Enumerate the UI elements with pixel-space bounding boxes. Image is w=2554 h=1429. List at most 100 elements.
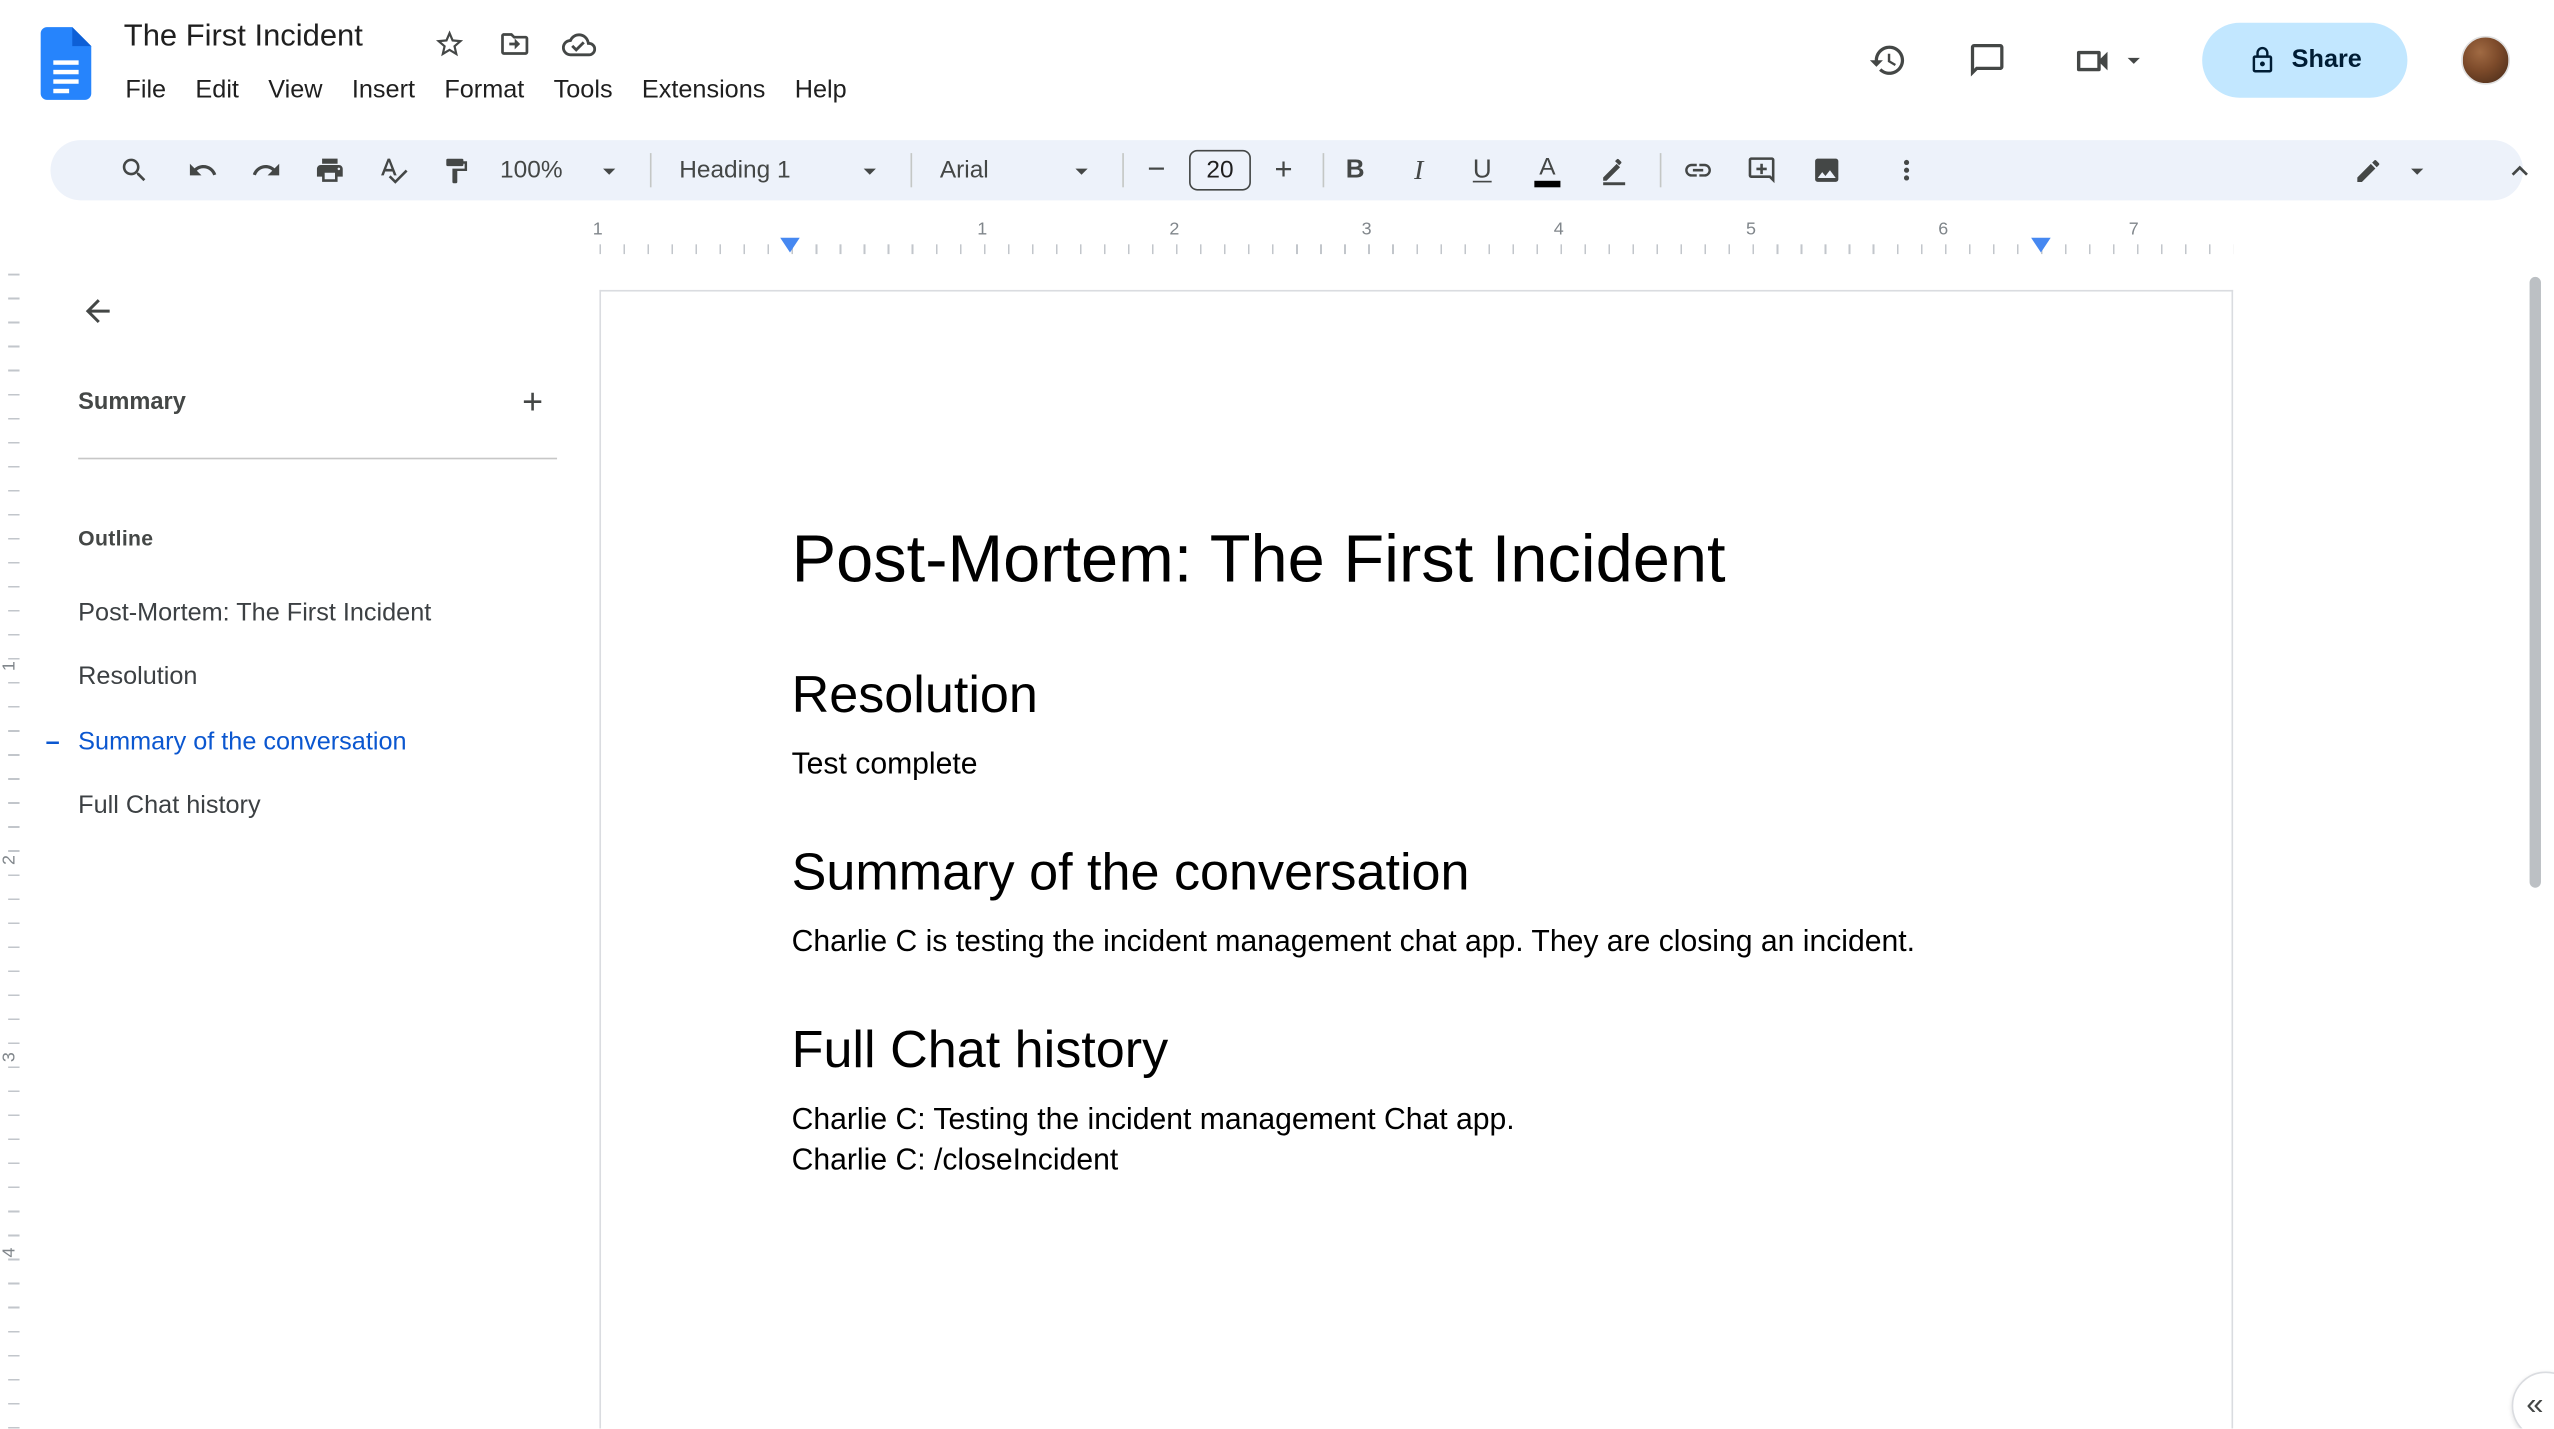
menu-extensions[interactable]: Extensions (627, 68, 780, 114)
document-title-field[interactable]: The First Incident (124, 20, 363, 56)
toolbar-divider (1659, 153, 1662, 188)
cloud-check-icon (561, 32, 596, 56)
paragraph-style-select[interactable]: Heading 1 (666, 146, 897, 195)
insert-image-button[interactable] (1801, 146, 1850, 195)
add-comment-button[interactable] (1736, 146, 1785, 195)
document-content[interactable]: Post-Mortem: The First Incident Resoluti… (601, 292, 2231, 1180)
docs-logo-icon[interactable] (39, 26, 93, 101)
menu-insert[interactable]: Insert (337, 68, 429, 114)
hide-menus-button[interactable] (2490, 146, 2549, 195)
outline-item-label: Full Chat history (78, 792, 261, 820)
ruler-mark: 2 (1169, 219, 1180, 240)
outline-item-label: Resolution (78, 663, 198, 692)
document-page[interactable]: Post-Mortem: The First Incident Resoluti… (599, 289, 2234, 1429)
vertical-scrollbar[interactable] (2529, 276, 2541, 888)
more-vertical-icon (1903, 159, 1909, 181)
doc-heading-resolution[interactable]: Resolution (792, 663, 2085, 725)
google-docs-window: The First Incident File Edit View Insert… (0, 0, 2554, 1429)
star-icon (435, 30, 464, 57)
zoom-value: 100% (500, 156, 563, 185)
move-button[interactable] (497, 26, 533, 62)
outline-item-resolution[interactable]: Resolution (26, 646, 590, 710)
open-comments-button[interactable] (1961, 34, 2013, 86)
font-family-value: Arial (939, 156, 989, 185)
italic-button[interactable]: I (1394, 146, 1443, 195)
outline-item-label: Post-Mortem: The First Incident (78, 599, 432, 627)
paint-roller-icon (446, 157, 468, 183)
outline-label: Outline (78, 526, 154, 551)
outline-item-summary-active[interactable]: – Summary of the conversation (26, 710, 590, 774)
spellcheck-icon (380, 158, 407, 184)
highlight-color-button[interactable] (1588, 146, 1640, 195)
history-icon (1869, 45, 1905, 75)
editing-mode-select[interactable] (2344, 146, 2442, 195)
redo-button[interactable] (241, 146, 290, 195)
ruler-mark: 4 (1553, 219, 1564, 240)
decrease-font-size-button[interactable]: − (1132, 146, 1181, 195)
font-size-input[interactable]: 20 (1189, 149, 1251, 191)
font-family-select[interactable]: Arial (927, 146, 1109, 195)
insert-link-button[interactable] (1673, 146, 1722, 195)
right-indent-marker[interactable] (2031, 237, 2051, 253)
chevron-down-icon (2126, 57, 2140, 64)
print-icon (316, 158, 342, 182)
zoom-select[interactable]: 100% (490, 146, 633, 195)
main-toolbar: 100% Heading 1 Arial − 20 + B I U A (50, 140, 2528, 201)
ruler-mark: 1 (0, 661, 20, 672)
doc-heading-full-chat[interactable]: Full Chat history (792, 1018, 2085, 1080)
toolbar-divider (1322, 153, 1325, 188)
doc-paragraph[interactable]: Test complete (792, 743, 2085, 784)
menu-edit[interactable]: Edit (181, 68, 254, 114)
doc-title-heading[interactable]: Post-Mortem: The First Incident (792, 520, 2085, 598)
toolbar-divider (910, 153, 913, 188)
ruler-mark: 7 (2128, 219, 2139, 240)
outline-item-full-chat[interactable]: Full Chat history (26, 775, 590, 839)
summary-label: Summary (78, 389, 186, 416)
menu-format[interactable]: Format (430, 68, 539, 114)
undo-button[interactable] (178, 146, 227, 195)
link-icon (1684, 163, 1711, 177)
ruler-mark: 3 (1361, 219, 1372, 240)
search-menus-button[interactable] (109, 146, 158, 195)
paint-format-button[interactable] (432, 146, 481, 195)
document-status-button[interactable] (560, 26, 596, 62)
ruler-mark: 1 (592, 219, 603, 240)
comment-icon (1970, 43, 2004, 77)
doc-paragraph[interactable]: Charlie C: /closeIncident (792, 1139, 2085, 1180)
print-button[interactable] (305, 146, 354, 195)
bold-button[interactable]: B (1331, 146, 1380, 195)
left-indent-marker[interactable] (780, 237, 800, 253)
document-outline: Post-Mortem: The First Incident Resoluti… (26, 581, 590, 838)
share-button[interactable]: Share (2202, 22, 2408, 98)
search-icon (121, 158, 145, 182)
text-color-button[interactable]: A (1523, 146, 1572, 195)
close-outline-button[interactable] (68, 282, 127, 341)
add-summary-button[interactable]: + (508, 378, 557, 427)
join-call-button[interactable] (2056, 34, 2164, 86)
doc-paragraph[interactable]: Charlie C: Testing the incident manageme… (792, 1098, 2085, 1139)
summary-section: Summary + (78, 378, 557, 427)
doc-heading-summary[interactable]: Summary of the conversation (792, 840, 2085, 902)
version-history-button[interactable] (1862, 34, 1914, 86)
underline-button[interactable]: U (1458, 146, 1507, 195)
menu-view[interactable]: View (254, 68, 338, 114)
toolbar-divider (649, 153, 652, 188)
redo-icon (252, 163, 279, 176)
ruler-mark: 4 (0, 1247, 20, 1258)
spellcheck-button[interactable] (368, 146, 417, 195)
menu-help[interactable]: Help (780, 68, 861, 114)
star-button[interactable] (432, 26, 468, 62)
doc-paragraph[interactable]: Charlie C is testing the incident manage… (792, 920, 2085, 961)
ruler-mark: 5 (1746, 219, 1756, 240)
more-toolbar-options-button[interactable] (1881, 146, 1930, 195)
show-side-panel-button[interactable]: « (2511, 1371, 2554, 1429)
ruler-ticks (599, 244, 2234, 255)
account-avatar[interactable] (2461, 35, 2511, 85)
summary-divider (78, 457, 558, 460)
increase-font-size-button[interactable]: + (1259, 146, 1308, 195)
caret-down-icon (1075, 167, 1088, 174)
outline-item-post-mortem[interactable]: Post-Mortem: The First Incident (26, 581, 590, 645)
menu-file[interactable]: File (111, 68, 181, 114)
menu-tools[interactable]: Tools (539, 68, 627, 114)
vertical-ruler: 1 2 3 4 (0, 270, 26, 1429)
